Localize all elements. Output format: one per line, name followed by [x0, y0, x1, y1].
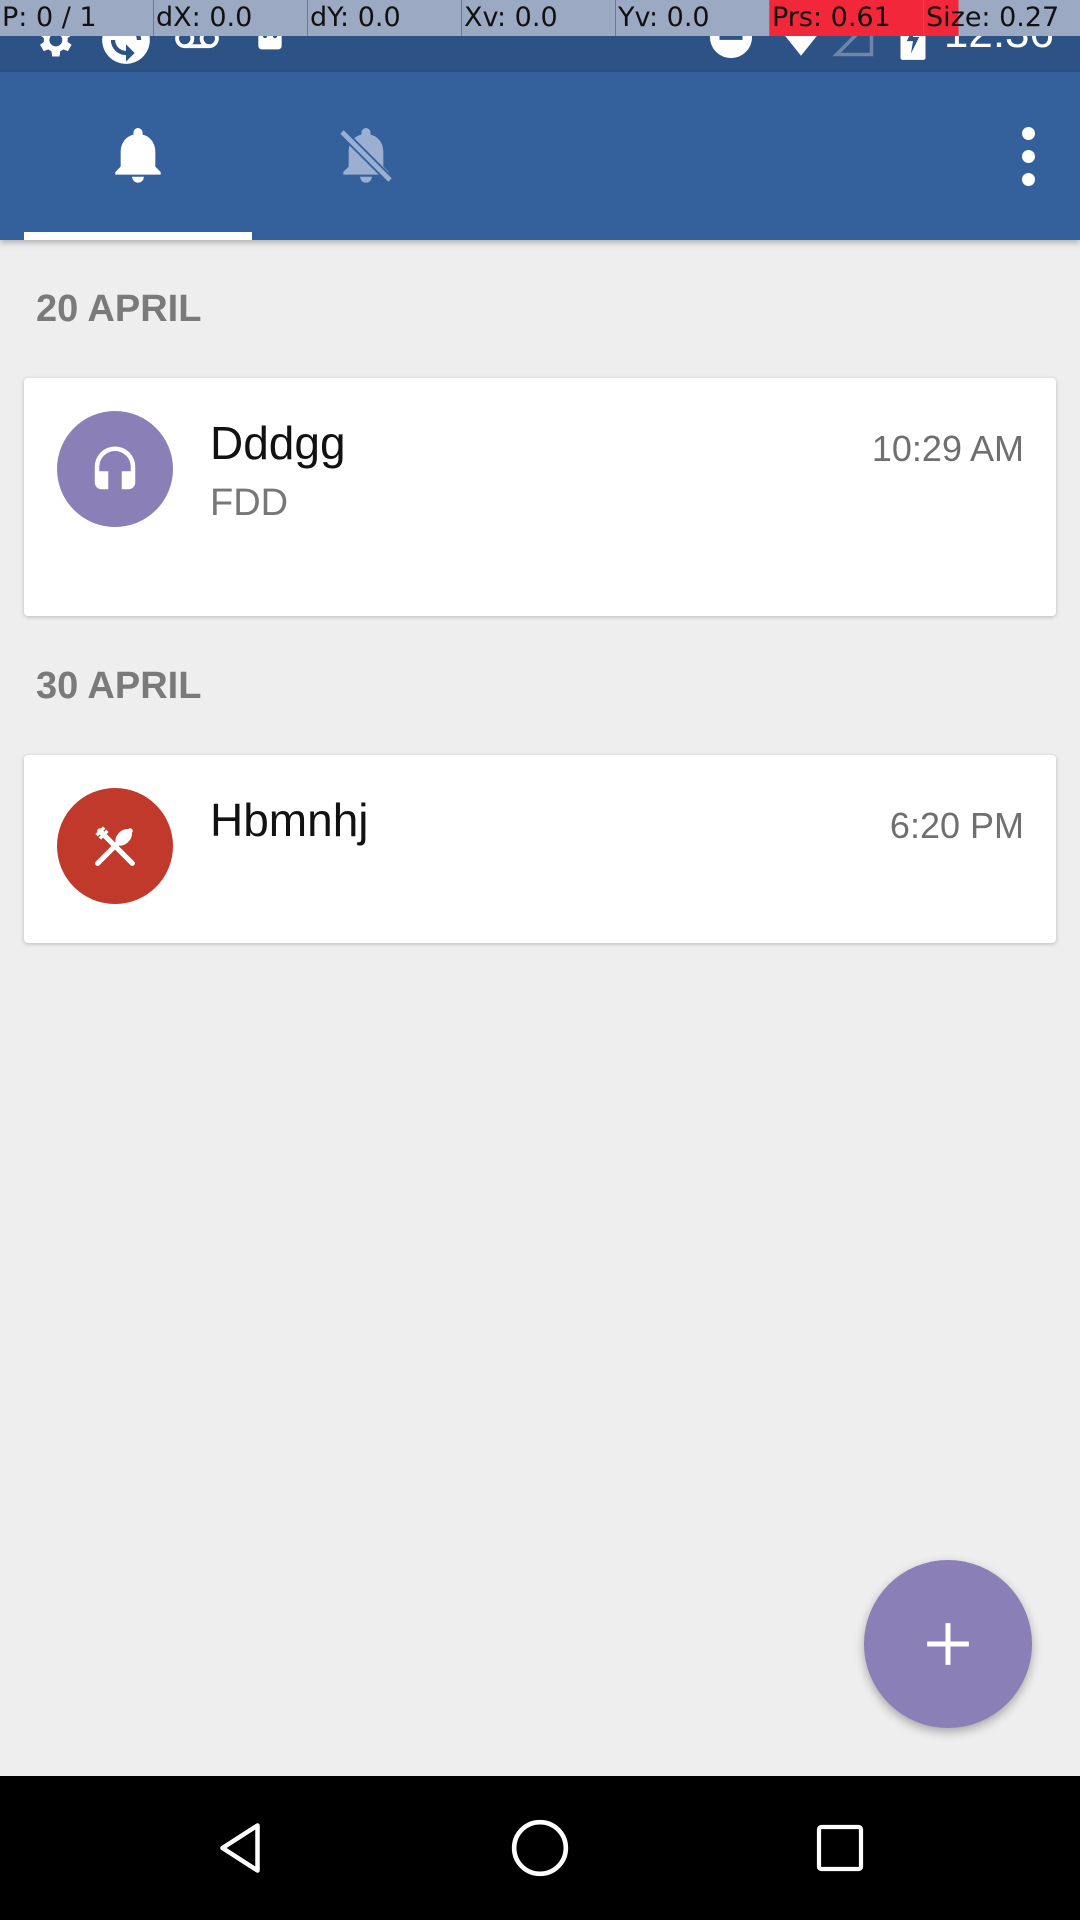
pointer-location-overlay: P: 0 / 1 dX: 0.0 dY: 0.0 Xv: 0.0 Yv: 0.0… — [0, 0, 1080, 36]
reminder-time: 10:29 AM — [871, 428, 1024, 469]
category-avatar — [57, 411, 173, 527]
app-bar — [0, 72, 1080, 240]
restaurant-icon — [95, 826, 135, 866]
tab-notifications-off[interactable] — [252, 72, 480, 240]
reminder-card[interactable]: Dddgg FDD 10:29 AM — [24, 378, 1056, 616]
add-reminder-button[interactable] — [864, 1560, 1032, 1728]
home-icon[interactable] — [504, 1812, 576, 1884]
headphones-icon — [94, 446, 136, 490]
debug-size: Size: 0.27 — [924, 0, 1080, 36]
more-vert-icon[interactable] — [1004, 116, 1052, 196]
status-bar: 12:36 P: 0 / 1 dX: 0.0 dY: 0.0 Xv: 0.0 Y… — [0, 0, 1080, 72]
debug-yv: Yv: 0.0 — [616, 0, 770, 36]
tab-notifications-active[interactable] — [24, 72, 252, 240]
debug-pointer: P: 0 / 1 — [0, 0, 154, 36]
debug-dx: dX: 0.0 — [154, 0, 308, 36]
debug-dy: dY: 0.0 — [308, 0, 462, 36]
reminder-title: Dddgg — [210, 417, 346, 469]
reminder-title: Hbmnhj — [210, 794, 369, 846]
section-header: 20 APRIL — [36, 288, 202, 330]
debug-xv: Xv: 0.0 — [462, 0, 616, 36]
reminder-time: 6:20 PM — [889, 805, 1024, 846]
bell-off-icon — [338, 127, 394, 184]
section-header: 30 APRIL — [36, 665, 202, 707]
category-avatar — [57, 788, 173, 904]
tab-indicator — [24, 232, 252, 240]
navigation-bar — [0, 1776, 1080, 1920]
reminder-card[interactable]: Hbmnhj 6:20 PM — [24, 755, 1056, 943]
back-icon[interactable] — [204, 1812, 276, 1884]
reminder-subtitle: FDD — [210, 482, 289, 524]
plus-icon — [927, 1623, 969, 1665]
bell-icon — [115, 127, 161, 183]
recents-icon[interactable] — [804, 1812, 876, 1884]
debug-pressure: Prs: 0.61 — [770, 0, 924, 36]
